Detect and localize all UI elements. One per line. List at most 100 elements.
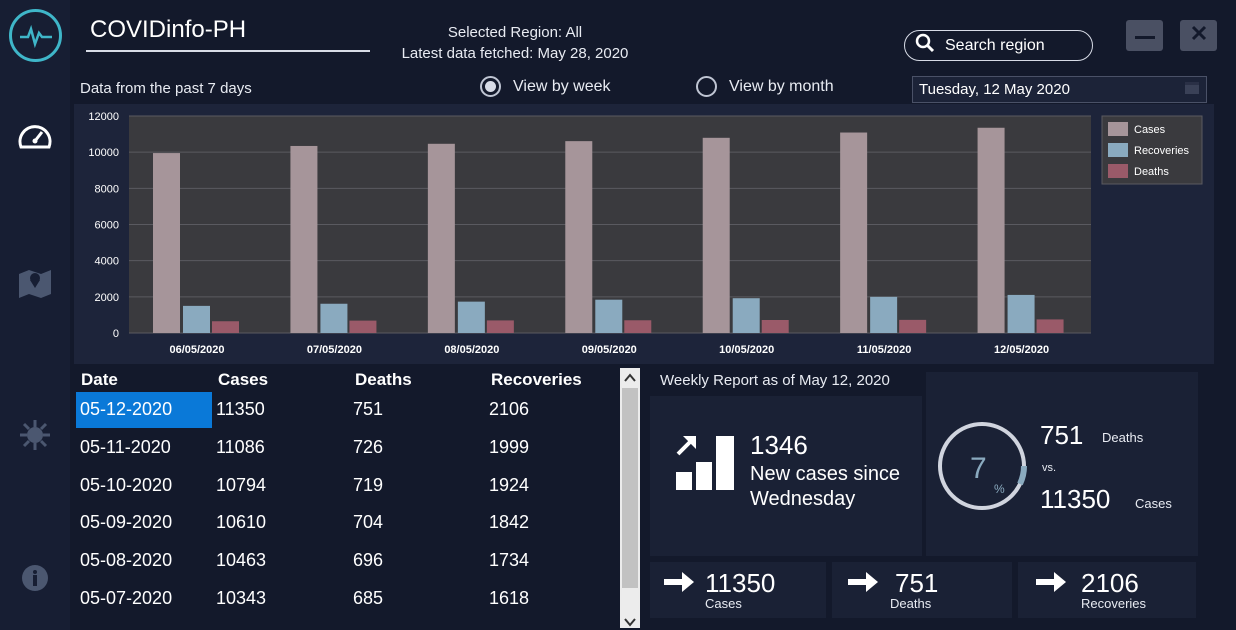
bar-recoveries xyxy=(183,305,210,333)
table-cell-deaths[interactable]: 719 xyxy=(353,475,383,496)
new-cases-value: 1346 xyxy=(750,430,808,460)
map-icon[interactable] xyxy=(15,262,55,302)
table-cell-cases[interactable]: 10343 xyxy=(216,588,266,609)
trending-bars-icon xyxy=(672,432,738,497)
table-cell-cases[interactable]: 11086 xyxy=(216,437,265,458)
calendar-icon[interactable] xyxy=(1184,80,1200,99)
col-header-deaths[interactable]: Deaths xyxy=(355,370,412,390)
bar-recoveries xyxy=(595,299,623,333)
title-underline xyxy=(86,50,370,52)
ratio-unit: % xyxy=(994,482,1005,496)
bar-cases xyxy=(565,141,593,333)
table-cell-cases[interactable]: 11350 xyxy=(216,399,265,420)
scroll-thumb[interactable] xyxy=(622,388,638,588)
table-cell-recoveries[interactable]: 1924 xyxy=(489,475,529,496)
chart-subtitle: Data from the past 7 days xyxy=(80,80,252,97)
date-picker[interactable]: Tuesday, 12 May 2020 xyxy=(912,76,1207,103)
selected-region: Selected Region: All xyxy=(447,24,583,41)
table-cell-cases[interactable]: 10463 xyxy=(216,550,266,571)
summary-deaths-value: 751 xyxy=(895,568,939,598)
table-cell-date[interactable]: 05-10-2020 xyxy=(80,475,172,496)
x-tick-label: 08/05/2020 xyxy=(444,344,499,356)
virus-icon[interactable] xyxy=(15,415,55,455)
table-cell-deaths[interactable]: 704 xyxy=(353,512,383,533)
bar-recoveries xyxy=(320,303,348,333)
col-header-date[interactable]: Date xyxy=(81,370,118,390)
bar-deaths xyxy=(486,320,514,333)
ratio-deaths-label: Deaths xyxy=(1102,430,1144,445)
table-scrollbar[interactable] xyxy=(620,368,640,628)
y-tick-label: 2000 xyxy=(95,292,119,304)
dashboard-gauge-icon[interactable] xyxy=(15,116,55,156)
summary-cases-value: 11350 xyxy=(705,568,776,598)
table-cell-recoveries[interactable]: 1734 xyxy=(489,550,529,571)
legend-label: Cases xyxy=(1134,124,1166,136)
x-tick-label: 11/05/2020 xyxy=(857,344,911,356)
view-by-week-radio[interactable]: View by week xyxy=(480,76,611,97)
y-tick-label: 4000 xyxy=(95,256,119,268)
x-tick-label: 12/05/2020 xyxy=(994,344,1049,356)
bar-recoveries xyxy=(1007,294,1035,333)
table-cell-deaths[interactable]: 696 xyxy=(353,550,383,571)
table-cell-recoveries[interactable]: 1999 xyxy=(489,437,529,458)
y-tick-label: 0 xyxy=(113,328,119,340)
table-cell-deaths[interactable]: 751 xyxy=(353,399,383,420)
app-title: COVIDinfo-PH xyxy=(90,16,247,43)
table-cell-recoveries[interactable]: 2106 xyxy=(489,399,529,420)
bar-cases xyxy=(977,127,1005,333)
legend-swatch xyxy=(1108,164,1128,178)
ratio-deaths-value: 751 xyxy=(1040,420,1084,450)
ratio-cases-label: Cases xyxy=(1135,496,1172,511)
view-by-week-label: View by week xyxy=(513,77,611,95)
table-cell-date[interactable]: 05-11-2020 xyxy=(80,437,171,458)
report-title: Weekly Report as of May 12, 2020 xyxy=(660,372,890,389)
y-tick-label: 6000 xyxy=(95,220,119,232)
summary-cases-card: 11350 Cases xyxy=(650,562,826,618)
summary-recoveries-card: 2106 Recoveries xyxy=(1018,562,1196,618)
col-header-cases[interactable]: Cases xyxy=(218,370,268,390)
info-icon[interactable] xyxy=(15,558,55,598)
search-icon xyxy=(915,33,935,58)
table-cell-date[interactable]: 05-08-2020 xyxy=(80,550,172,571)
radio-circle-month xyxy=(696,76,717,97)
view-by-month-radio[interactable]: View by month xyxy=(696,76,834,97)
ratio-cases-value: 11350 xyxy=(1040,484,1111,514)
table-cell-cases[interactable]: 10610 xyxy=(216,512,266,533)
view-by-month-label: View by month xyxy=(729,77,834,95)
bar-deaths xyxy=(761,319,789,333)
table-cell-date[interactable]: 05-12-2020 xyxy=(80,399,172,420)
bar-cases xyxy=(702,137,730,333)
col-header-recoveries[interactable]: Recoveries xyxy=(491,370,582,390)
scroll-down-icon[interactable] xyxy=(624,614,636,630)
ratio-value: 7 xyxy=(970,452,987,485)
legend-label: Recoveries xyxy=(1134,145,1190,157)
table-cell-date[interactable]: 05-09-2020 xyxy=(80,512,172,533)
bar-recoveries xyxy=(457,301,485,333)
summary-deaths-card: 751 Deaths xyxy=(832,562,1012,618)
summary-recoveries-label: Recoveries xyxy=(1081,596,1147,611)
legend-swatch xyxy=(1108,143,1128,157)
bar-recoveries xyxy=(732,298,760,333)
ratio-card: 7 % 751 Deaths vs. 11350 Cases xyxy=(926,372,1198,556)
table-cell-recoveries[interactable]: 1618 xyxy=(489,588,529,609)
minimize-button[interactable] xyxy=(1126,20,1163,51)
date-value: Tuesday, 12 May 2020 xyxy=(919,81,1070,98)
search-input[interactable]: Search region xyxy=(904,30,1093,61)
app-logo-pulse-icon xyxy=(9,9,62,62)
table-cell-deaths[interactable]: 685 xyxy=(353,588,383,609)
x-tick-label: 09/05/2020 xyxy=(582,344,637,356)
scroll-up-icon[interactable] xyxy=(624,370,636,388)
new-cases-card: 1346 New cases since Wednesday xyxy=(650,396,922,556)
table-cell-recoveries[interactable]: 1842 xyxy=(489,512,529,533)
bar-cases xyxy=(153,153,180,333)
bar-deaths xyxy=(624,320,652,333)
table-cell-date[interactable]: 05-07-2020 xyxy=(80,588,172,609)
summary-cases-label: Cases xyxy=(705,596,742,611)
new-cases-caption-line2: Wednesday xyxy=(750,488,856,510)
close-button[interactable] xyxy=(1180,20,1217,51)
arrow-right-icon xyxy=(1036,572,1068,597)
table-cell-cases[interactable]: 10794 xyxy=(216,475,266,496)
bar-deaths xyxy=(212,321,239,333)
summary-recoveries-value: 2106 xyxy=(1081,568,1139,598)
table-cell-deaths[interactable]: 726 xyxy=(353,437,383,458)
